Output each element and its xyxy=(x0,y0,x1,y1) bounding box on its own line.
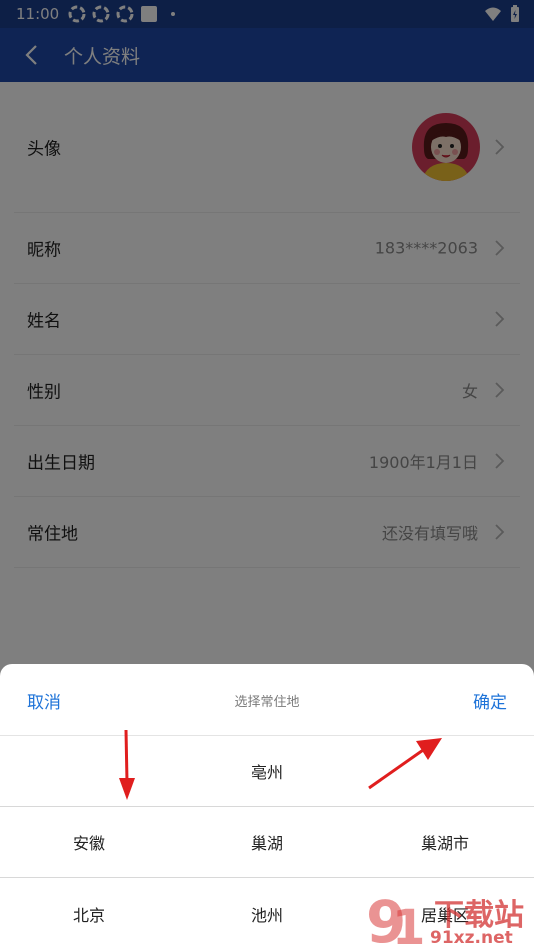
province-option[interactable]: 北京 xyxy=(0,902,178,926)
svg-text:1: 1 xyxy=(392,900,425,950)
city-option[interactable]: 池州 xyxy=(178,902,356,926)
city-option[interactable]: 亳州 xyxy=(178,759,356,783)
province-option[interactable]: 安徽 xyxy=(0,830,178,854)
site-watermark: 9 1 下载站 91xz.net xyxy=(362,886,534,950)
picker-row-selected: 安徽 巢湖 巢湖市 xyxy=(0,807,534,878)
district-option[interactable]: 巢湖市 xyxy=(356,830,534,854)
confirm-button[interactable]: 确定 xyxy=(473,688,507,713)
watermark-url: 91xz.net xyxy=(430,928,513,948)
picker-title: 选择常住地 xyxy=(234,695,300,710)
city-option[interactable]: 巢湖 xyxy=(178,830,356,854)
picker-row: 亳州 xyxy=(0,736,534,807)
picker-header: 取消 选择常住地 确定 xyxy=(0,664,534,736)
